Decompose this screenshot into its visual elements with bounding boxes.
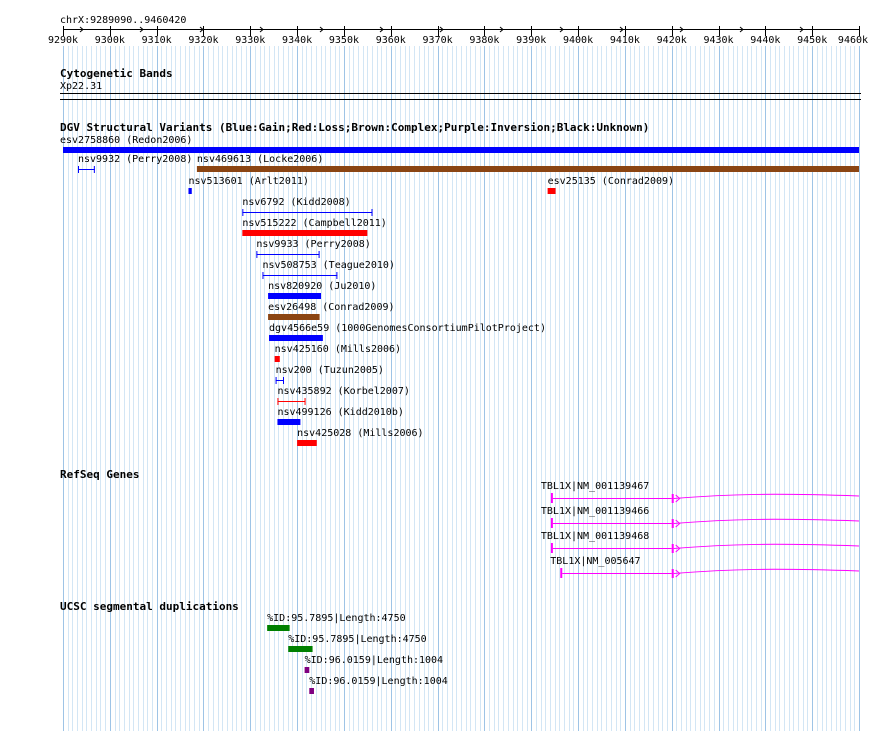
segdup-bar[interactable] <box>267 625 290 631</box>
dgv-feature-label[interactable]: nsv425160 (Mills2006) <box>275 344 401 355</box>
segdup-label[interactable]: %ID:96.0159|Length:1004 <box>305 655 443 666</box>
cytoband-line-top <box>60 93 861 94</box>
dgv-feature-glyph[interactable] <box>0 271 890 280</box>
gene-intron-curve <box>673 518 860 524</box>
dgv-feature-label[interactable]: nsv513601 (Arlt2011) <box>188 176 308 187</box>
ruler-tick-label: 9370k <box>422 35 453 46</box>
ruler-tick-label: 9440k <box>750 35 781 46</box>
segdup-label[interactable]: %ID:95.7895|Length:4750 <box>288 634 426 645</box>
segdup-bar[interactable] <box>304 667 310 673</box>
dgv-feature-glyph[interactable] <box>0 397 890 406</box>
ruler-tick-label: 9330k <box>235 35 266 46</box>
gene-model[interactable] <box>0 516 890 530</box>
segdup-label[interactable]: %ID:95.7895|Length:4750 <box>267 613 405 624</box>
ruler-tick-label: 9320k <box>188 35 219 46</box>
dgv-feature-bar[interactable] <box>277 419 301 425</box>
dgv-feature-bar[interactable] <box>274 356 280 362</box>
dgv-feature-glyph[interactable] <box>0 165 890 174</box>
dgv-feature-label[interactable]: nsv6792 (Kidd2008) <box>242 197 350 208</box>
dgv-feature-label[interactable]: nsv499126 (Kidd2010b) <box>277 407 403 418</box>
gene-intron-curve <box>673 568 860 574</box>
dgv-feature-glyph[interactable] <box>0 376 890 385</box>
ruler-tick-label: 9310k <box>141 35 172 46</box>
dgv-feature-label[interactable]: nsv469613 (Locke2006) <box>197 154 323 165</box>
gene-model[interactable] <box>0 566 890 580</box>
segdup-glyph[interactable] <box>0 645 890 654</box>
ruler-tick-label: 9360k <box>375 35 406 46</box>
ruler-tick-label: 9400k <box>562 35 594 46</box>
dgv-feature-label[interactable]: esv26498 (Conrad2009) <box>268 302 394 313</box>
segdup-glyph[interactable] <box>0 687 890 696</box>
ruler-tick-label: 9460k <box>837 35 869 46</box>
ruler-tick-label: 9340k <box>282 35 313 46</box>
ruler-tick-label: 9450k <box>797 35 828 46</box>
gene-exon[interactable] <box>671 494 674 503</box>
dgv-feature-bar[interactable] <box>63 147 859 153</box>
dgv-feature-label[interactable]: esv25135 (Conrad2009) <box>548 176 674 187</box>
refseq-track-title: RefSeq Genes <box>60 468 140 481</box>
gene-intron-curve <box>673 493 860 499</box>
ruler-tick-label: 9430k <box>703 35 734 46</box>
dgv-feature-bar[interactable] <box>196 166 860 172</box>
gene-model[interactable] <box>0 541 890 555</box>
dgv-feature-bar[interactable] <box>547 188 556 194</box>
dgv-feature-bar[interactable] <box>268 314 320 320</box>
grid-lines <box>63 46 860 731</box>
dgv-feature-label[interactable]: nsv515222 (Campbell2011) <box>242 218 387 229</box>
ruler-tick-label: 9300k <box>94 35 125 46</box>
dgv-feature-glyph[interactable] <box>0 334 890 343</box>
ruler-tick-label: 9350k <box>328 35 359 46</box>
segdup-bar[interactable] <box>288 646 313 652</box>
ruler-tick-label: 9410k <box>609 35 640 46</box>
gene-exon[interactable] <box>550 518 553 528</box>
dgv-feature-bar[interactable] <box>268 293 321 299</box>
dgv-feature-label[interactable]: nsv9932 (Perry2008) <box>78 154 192 165</box>
dgv-feature-glyph[interactable] <box>0 418 890 427</box>
dgv-feature-glyph[interactable] <box>0 292 890 301</box>
dgv-feature-label[interactable]: nsv425028 (Mills2006) <box>297 428 423 439</box>
segdup-label[interactable]: %ID:96.0159|Length:1004 <box>309 676 447 687</box>
dgv-feature-glyph[interactable] <box>0 313 890 322</box>
ruler-tick-label: 9290k <box>47 35 79 46</box>
ruler-tick-label: 9390k <box>516 35 547 46</box>
ruler-tick-label: 9380k <box>469 35 500 46</box>
dgv-feature-label[interactable]: nsv200 (Tuzun2005) <box>276 365 384 376</box>
dgv-feature-glyph[interactable] <box>0 229 890 238</box>
gene-exon[interactable] <box>560 568 563 578</box>
gene-exon[interactable] <box>550 543 553 553</box>
gene-exon[interactable] <box>550 493 553 503</box>
cytoband-line-bottom <box>60 99 861 100</box>
cytoband-label[interactable]: Xp22.31 <box>60 81 102 92</box>
dgv-feature-glyph[interactable] <box>0 439 890 448</box>
gene-exon[interactable] <box>671 544 674 553</box>
segdup-bar[interactable] <box>309 688 314 694</box>
dgv-feature-bar[interactable] <box>269 335 323 341</box>
segdup-glyph[interactable] <box>0 624 890 633</box>
gene-intron-curve <box>673 543 860 549</box>
segdup-track-title: UCSC segmental duplications <box>60 600 239 613</box>
dgv-feature-label[interactable]: nsv820920 (Ju2010) <box>268 281 376 292</box>
dgv-feature-glyph[interactable] <box>0 187 890 196</box>
dgv-feature-label[interactable]: nsv435892 (Korbel2007) <box>277 386 409 397</box>
ruler-tick-label: 9420k <box>656 35 687 46</box>
gene-exon[interactable] <box>671 569 674 578</box>
dgv-feature-glyph[interactable] <box>0 208 890 217</box>
dgv-feature-label[interactable]: esv2758860 (Redon2006) <box>60 135 192 146</box>
dgv-feature-glyph[interactable] <box>0 250 890 259</box>
gene-exon[interactable] <box>671 519 674 528</box>
segdup-glyph[interactable] <box>0 666 890 675</box>
gene-model[interactable] <box>0 491 890 505</box>
dgv-feature-bar[interactable] <box>242 230 368 236</box>
dgv-feature-label[interactable]: dgv4566e59 (1000GenomesConsortiumPilotPr… <box>269 323 546 334</box>
dgv-feature-label[interactable]: nsv9933 (Perry2008) <box>256 239 370 250</box>
dgv-feature-label[interactable]: nsv508753 (Teague2010) <box>262 260 394 271</box>
dgv-track-title: DGV Structural Variants (Blue:Gain;Red:L… <box>60 121 650 134</box>
dgv-feature-glyph[interactable] <box>0 355 890 364</box>
cytoband-track-title: Cytogenetic Bands <box>60 67 173 80</box>
dgv-feature-bar[interactable] <box>297 440 317 446</box>
